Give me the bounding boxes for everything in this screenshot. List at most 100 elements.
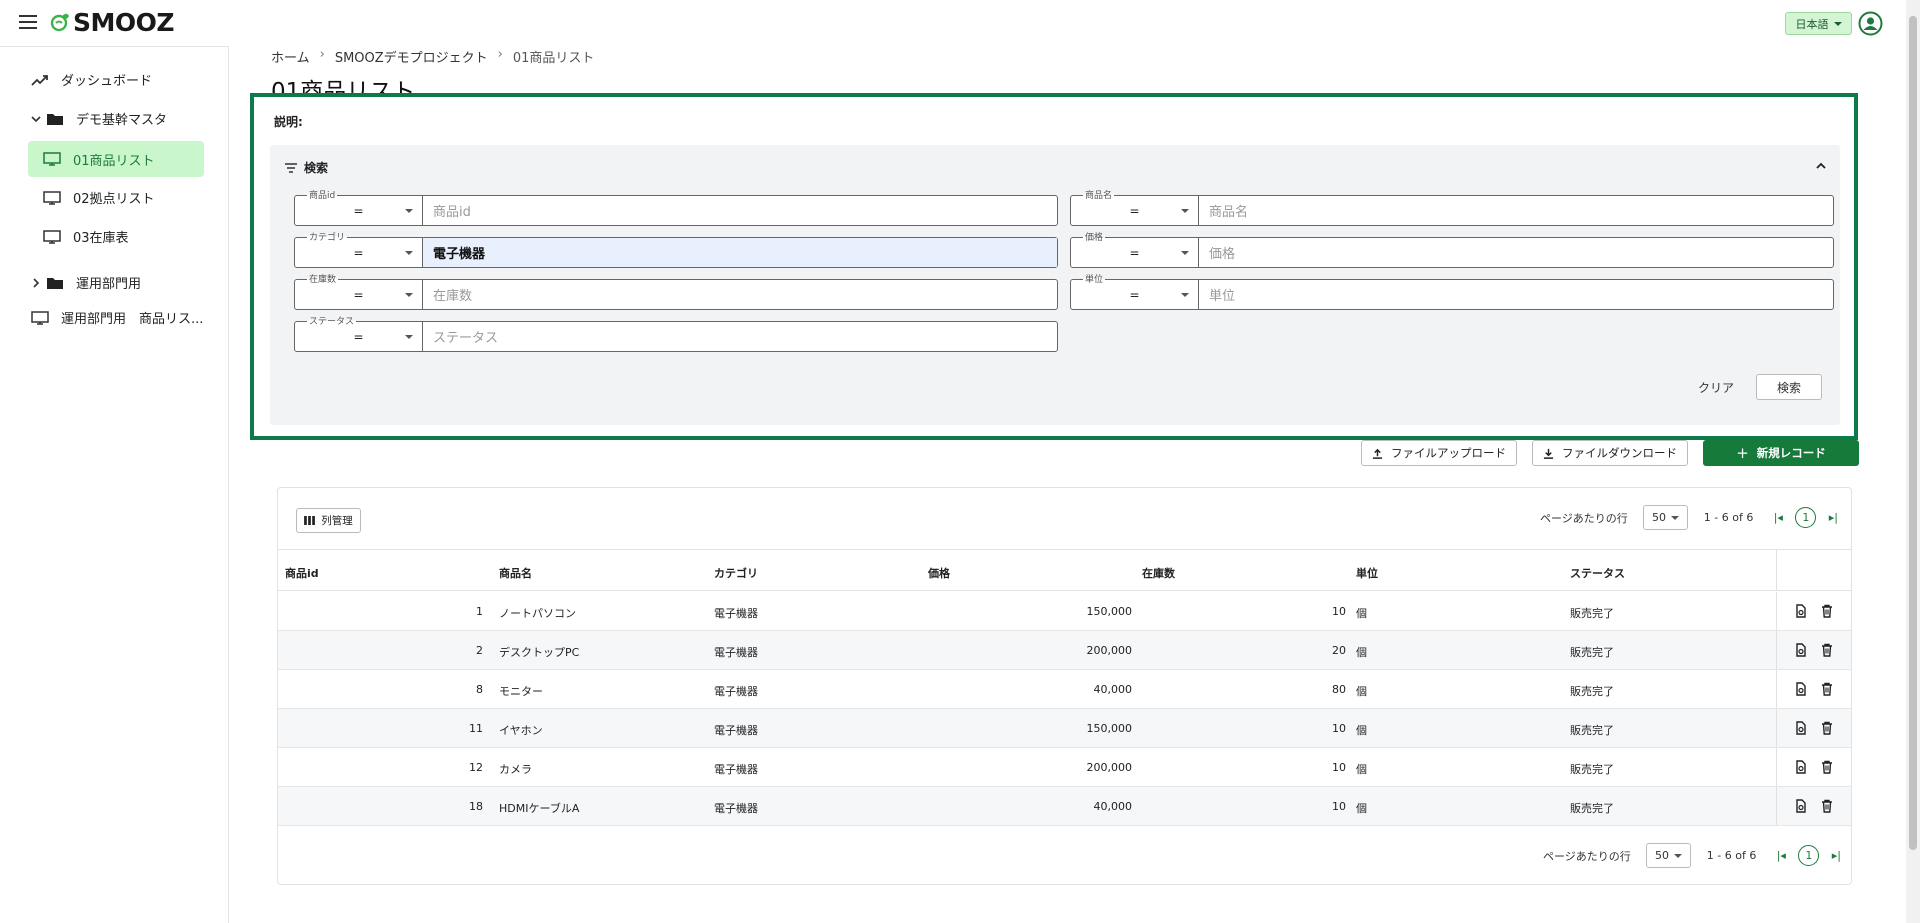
sidebar-item-operations-product-list[interactable]: 運用部門用 商品リス... xyxy=(31,308,203,327)
upload-label: ファイルアップロード xyxy=(1391,446,1506,460)
new-record-button[interactable]: + 新規レコード xyxy=(1703,440,1859,466)
pagination-top: ページあたりの行 50 1 - 6 of 6 |◂ 1 ▸| xyxy=(1540,505,1840,530)
page-number[interactable]: 1 xyxy=(1798,845,1820,866)
sidebar-item-demo-master[interactable]: デモ基幹マスタ xyxy=(31,109,167,128)
first-page-icon[interactable]: |◂ xyxy=(1774,849,1788,863)
operator-select[interactable]: = xyxy=(295,322,423,351)
column-header[interactable]: 商品名 xyxy=(499,565,532,581)
page-scrollbar[interactable] xyxy=(1906,0,1920,923)
file-upload-button[interactable]: ファイルアップロード xyxy=(1361,440,1517,466)
cell-id: 2 xyxy=(476,644,483,657)
operator-select[interactable]: = xyxy=(295,196,423,225)
cell-status: 販売完了 xyxy=(1570,763,1614,776)
column-header[interactable]: 商品id xyxy=(285,565,319,581)
cell-name: デスクトップPC xyxy=(499,646,580,659)
delete-icon[interactable] xyxy=(1820,760,1834,774)
language-select[interactable]: 日本語 xyxy=(1785,12,1852,35)
operator-select[interactable]: = xyxy=(295,280,423,309)
cell-id: 18 xyxy=(469,800,483,813)
row-actions xyxy=(1776,592,1851,630)
view-details-icon[interactable] xyxy=(1794,643,1808,657)
sidebar-item-label: 運用部門用 xyxy=(76,277,142,292)
view-details-icon[interactable] xyxy=(1794,682,1808,696)
account-icon[interactable] xyxy=(1858,11,1883,36)
product-id-input[interactable]: 商品id xyxy=(423,196,1057,225)
delete-icon[interactable] xyxy=(1820,721,1834,735)
table-row[interactable]: 11 イヤホン 電子機器 150,000 10 個 販売完了 xyxy=(278,709,1851,748)
view-details-icon[interactable] xyxy=(1794,760,1808,774)
cell-status: 販売完了 xyxy=(1570,724,1614,737)
column-header[interactable]: 単位 xyxy=(1356,565,1378,581)
operator-select[interactable]: = xyxy=(1071,196,1199,225)
breadcrumb-project[interactable]: SMOOZデモプロジェクト xyxy=(335,47,488,66)
table-row[interactable]: 1 ノートパソコン 電子機器 150,000 10 個 販売完了 xyxy=(278,592,1851,631)
chevron-up-icon[interactable] xyxy=(1816,161,1826,171)
stock-input[interactable]: 在庫数 xyxy=(423,280,1057,309)
chevron-down-icon xyxy=(405,335,413,339)
table-row[interactable]: 2 デスクトップPC 電子機器 200,000 20 個 販売完了 xyxy=(278,631,1851,670)
view-details-icon[interactable] xyxy=(1794,604,1808,618)
search-box: 検索 商品id = 商品id 商品名 = 商品名 カテゴリ = 電子機器 価格 … xyxy=(270,145,1840,425)
status-input[interactable]: ステータス xyxy=(423,322,1057,351)
price-input[interactable]: 価格 xyxy=(1199,238,1833,267)
delete-icon[interactable] xyxy=(1820,799,1834,813)
unit-input[interactable]: 単位 xyxy=(1199,280,1833,309)
sidebar-item-operations[interactable]: 運用部門用 xyxy=(31,273,141,292)
operator-select[interactable]: = xyxy=(1071,280,1199,309)
breadcrumb: ホーム › SMOOZデモプロジェクト › 01商品リスト xyxy=(271,47,594,66)
scrollbar-thumb[interactable] xyxy=(1909,16,1917,850)
table-row[interactable]: 8 モニター 電子機器 40,000 80 個 販売完了 xyxy=(278,670,1851,709)
search-header[interactable]: 検索 xyxy=(284,159,328,176)
cell-category: 電子機器 xyxy=(714,685,758,698)
sidebar-item-product-list[interactable]: 01商品リスト xyxy=(28,141,204,177)
filter-icon xyxy=(285,162,297,173)
last-page-icon[interactable]: ▸| xyxy=(1826,511,1840,525)
sidebar-item-label: 01商品リスト xyxy=(73,153,155,169)
cell-price: 40,000 xyxy=(1093,800,1133,813)
rows-per-page-select[interactable]: 50 xyxy=(1645,843,1691,868)
column-header[interactable]: 在庫数 xyxy=(1142,565,1175,581)
operator-value: = xyxy=(1129,287,1140,302)
column-manager-button[interactable]: 列管理 xyxy=(296,508,361,533)
delete-icon[interactable] xyxy=(1820,604,1834,618)
sidebar-item-location-list[interactable]: 02拠点リスト xyxy=(43,188,155,207)
cell-stock: 20 xyxy=(1332,644,1346,657)
rows-per-page-select[interactable]: 50 xyxy=(1642,505,1688,530)
page-number[interactable]: 1 xyxy=(1795,507,1817,528)
breadcrumb-home[interactable]: ホーム xyxy=(271,47,310,66)
sidebar-item-dashboard[interactable]: ダッシュボード xyxy=(31,70,152,89)
table-row[interactable]: 12 カメラ 電子機器 200,000 10 個 販売完了 xyxy=(278,748,1851,787)
cell-name: モニター xyxy=(499,685,543,698)
column-manager-label: 列管理 xyxy=(321,515,353,527)
column-header[interactable]: カテゴリ xyxy=(714,565,758,581)
last-page-icon[interactable]: ▸| xyxy=(1829,849,1843,863)
table-row[interactable]: 18 HDMIケーブルA 電子機器 40,000 10 個 販売完了 xyxy=(278,787,1851,826)
cell-name: カメラ xyxy=(499,763,532,776)
menu-icon[interactable] xyxy=(19,15,37,29)
folder-icon xyxy=(47,277,63,289)
category-input[interactable]: 電子機器 xyxy=(423,238,1057,267)
chevron-down-icon xyxy=(405,293,413,297)
logo[interactable]: SMOOZ xyxy=(49,8,175,37)
first-page-icon[interactable]: |◂ xyxy=(1771,511,1785,525)
clear-button[interactable]: クリア xyxy=(1691,374,1741,400)
column-header[interactable]: 価格 xyxy=(928,565,950,581)
pagination-bottom: ページあたりの行 50 1 - 6 of 6 |◂ 1 ▸| xyxy=(1543,843,1843,868)
filter-field-price: 価格 = 価格 xyxy=(1070,230,1834,268)
column-header[interactable]: ステータス xyxy=(1570,565,1625,581)
cell-status: 販売完了 xyxy=(1570,607,1614,620)
delete-icon[interactable] xyxy=(1820,643,1834,657)
file-download-button[interactable]: ファイルダウンロード xyxy=(1532,440,1688,466)
search-title: 検索 xyxy=(304,161,329,175)
chevron-down-icon xyxy=(1181,209,1189,213)
view-details-icon[interactable] xyxy=(1794,799,1808,813)
product-name-input[interactable]: 商品名 xyxy=(1199,196,1833,225)
view-details-icon[interactable] xyxy=(1794,721,1808,735)
operator-select[interactable]: = xyxy=(1071,238,1199,267)
download-label: ファイルダウンロード xyxy=(1562,446,1677,460)
search-button[interactable]: 検索 xyxy=(1756,374,1822,400)
delete-icon[interactable] xyxy=(1820,682,1834,696)
sidebar-item-inventory[interactable]: 03在庫表 xyxy=(43,227,129,246)
trending-up-icon xyxy=(31,74,48,86)
operator-select[interactable]: = xyxy=(295,238,423,267)
